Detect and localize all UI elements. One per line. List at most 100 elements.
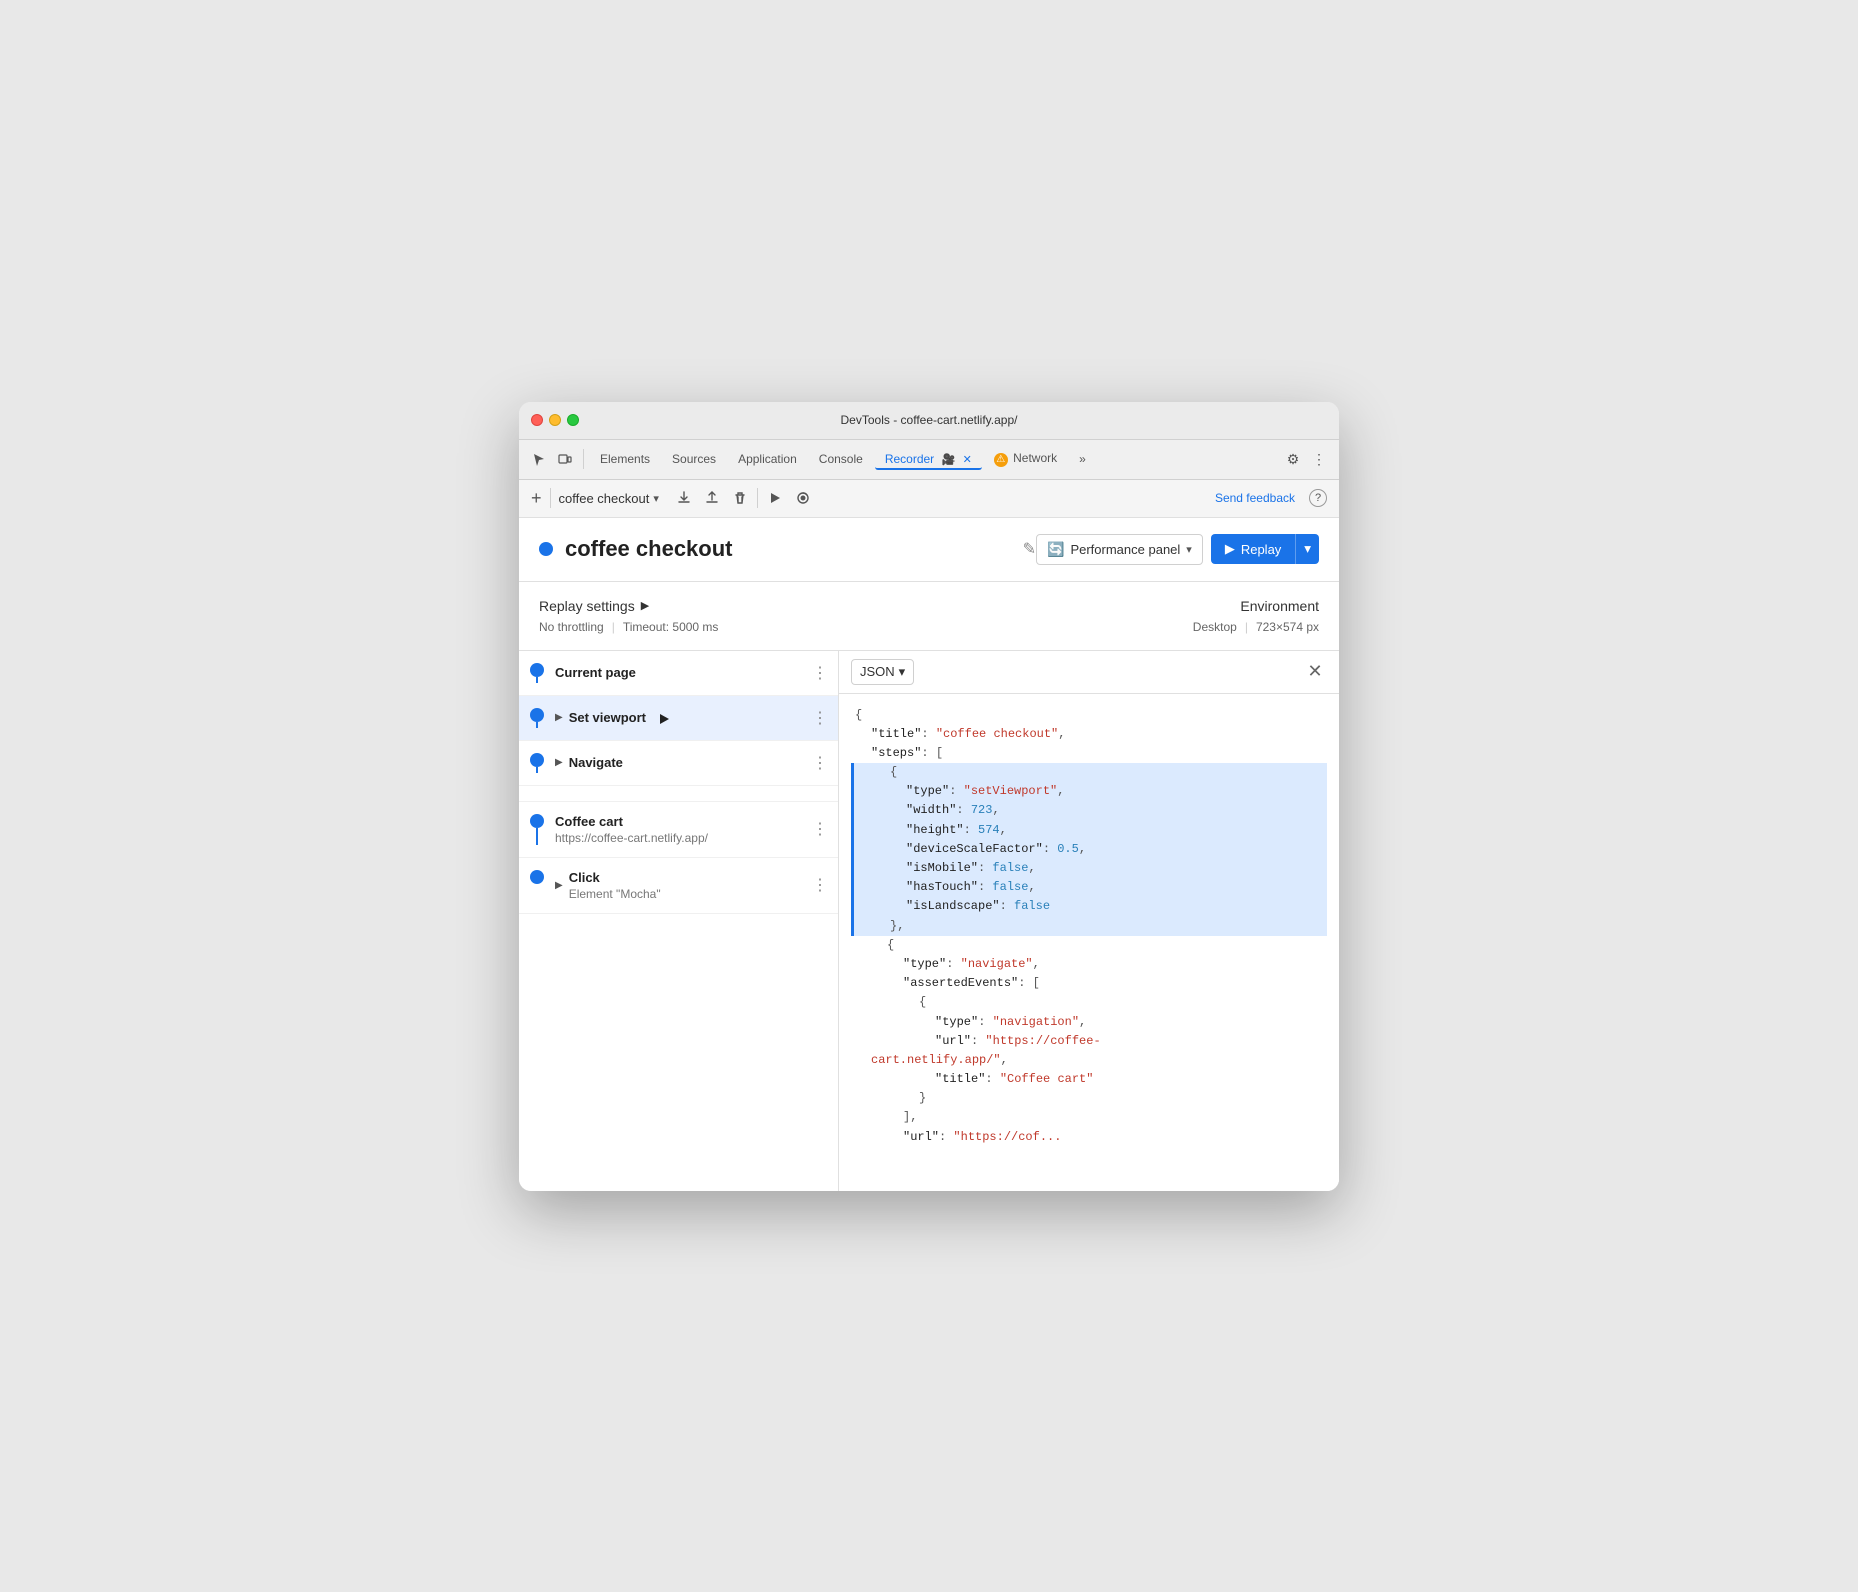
record-button[interactable] <box>790 485 816 511</box>
step-row-click[interactable]: ▶ Click Element "Mocha" ⋮ <box>519 858 838 914</box>
tab-sources[interactable]: Sources <box>662 448 726 470</box>
json-line-20: } <box>855 1089 1323 1108</box>
close-window-button[interactable] <box>531 414 543 426</box>
devtools-window: DevTools - coffee-cart.netlify.app/ Elem… <box>519 402 1339 1191</box>
traffic-lights <box>531 414 579 426</box>
step-menu-4[interactable]: ⋮ <box>810 819 830 839</box>
json-line-16: { <box>855 993 1323 1012</box>
network-warning-badge: ⚠ <box>994 453 1008 467</box>
more-options-icon[interactable]: ⋮ <box>1307 447 1331 471</box>
step-desc-4: https://coffee-cart.netlify.app/ <box>555 831 810 845</box>
step-name-3: Navigate <box>569 755 810 770</box>
settings-section: Replay settings ▶ No throttling | Timeou… <box>519 582 1339 651</box>
step-menu-5[interactable]: ⋮ <box>810 875 830 895</box>
settings-expand-icon: ▶ <box>641 599 649 612</box>
recorder-action-icons <box>671 485 816 511</box>
play-recording-button[interactable] <box>762 485 788 511</box>
recording-title: coffee checkout <box>565 536 1015 562</box>
maximize-window-button[interactable] <box>567 414 579 426</box>
json-panel-close-button[interactable]: ✕ <box>1303 660 1327 684</box>
replay-dropdown-arrow-icon: ▾ <box>1304 541 1311 557</box>
step-name-1: Current page <box>555 665 810 680</box>
step-desc-5: Element "Mocha" <box>569 887 810 901</box>
environment-size: 723×574 px <box>1256 620 1319 634</box>
delete-recording-button[interactable] <box>727 485 753 511</box>
tab-elements[interactable]: Elements <box>590 448 660 470</box>
toolbar-separator-3 <box>757 488 758 508</box>
json-content: { "title": "coffee checkout", "steps": [… <box>839 694 1339 1191</box>
step-timeline-4 <box>519 802 555 857</box>
recording-name-dropdown[interactable]: coffee checkout ▾ <box>559 491 659 506</box>
throttling-value: No throttling <box>539 620 604 634</box>
edit-title-icon[interactable]: ✎ <box>1023 539 1036 559</box>
step-dot-4 <box>530 814 544 828</box>
json-line-5: "type": "setViewport", <box>858 782 1323 801</box>
step-row-navigate[interactable]: ▶ Navigate ⋮ <box>519 741 838 786</box>
device-toolbar-icon[interactable] <box>553 447 577 471</box>
step-expand-icon-2[interactable]: ▶ <box>555 712 563 723</box>
cursor-pointer-icon <box>660 714 669 724</box>
step-expand-icon-5[interactable]: ▶ <box>555 880 563 891</box>
json-line-11: "isLandscape": false <box>858 897 1323 916</box>
help-icon[interactable]: ? <box>1309 489 1327 507</box>
json-line-18: "url": "https://coffee- <box>855 1032 1323 1051</box>
performance-panel-button[interactable]: 🔄 Performance panel ▾ <box>1036 534 1203 565</box>
new-recording-button[interactable]: + <box>531 489 542 507</box>
replay-label: Replay <box>1241 542 1281 557</box>
settings-divider: | <box>612 620 615 634</box>
settings-right: Environment Desktop | 723×574 px <box>1193 598 1319 634</box>
step-menu-2[interactable]: ⋮ <box>810 708 830 728</box>
json-line-2: "title": "coffee checkout", <box>855 725 1323 744</box>
toolbar-separator <box>583 449 584 469</box>
replay-button-group: ▶ Replay ▾ <box>1211 534 1319 564</box>
settings-gear-icon[interactable]: ⚙ <box>1281 447 1305 471</box>
header-actions: 🔄 Performance panel ▾ ▶ Replay ▾ <box>1036 534 1319 565</box>
step-menu-3[interactable]: ⋮ <box>810 753 830 773</box>
step-timeline-3 <box>519 741 555 785</box>
step-menu-1[interactable]: ⋮ <box>810 663 830 683</box>
recording-status-dot <box>539 542 553 556</box>
replay-button[interactable]: ▶ Replay <box>1211 534 1295 564</box>
step-body-4: Coffee cart https://coffee-cart.netlify.… <box>555 802 838 857</box>
step-body-2: ▶ Set viewport ⋮ <box>555 696 838 740</box>
step-name-5: Click <box>569 870 810 885</box>
json-line-1: { <box>855 706 1323 725</box>
send-feedback-link[interactable]: Send feedback <box>1215 491 1295 505</box>
step-row-set-viewport[interactable]: ▶ Set viewport ⋮ <box>519 696 838 741</box>
json-line-10: "hasTouch": false, <box>858 878 1323 897</box>
step-text-3: Navigate <box>569 755 810 770</box>
main-content: Current page ⋮ ▶ Set viewport <box>519 651 1339 1191</box>
step-row-current-page[interactable]: Current page ⋮ <box>519 651 838 696</box>
cursor-icon[interactable] <box>527 447 551 471</box>
export-recording-button[interactable] <box>671 485 697 511</box>
step-row-coffee-cart[interactable]: Coffee cart https://coffee-cart.netlify.… <box>519 802 838 858</box>
tab-console[interactable]: Console <box>809 448 873 470</box>
json-line-3: "steps": [ <box>855 744 1323 763</box>
recorder-tab-close[interactable]: ✕ <box>963 454 972 466</box>
step-expand-icon-3[interactable]: ▶ <box>555 757 563 768</box>
environment-label: Environment <box>1193 598 1319 614</box>
json-line-7: "height": 574, <box>858 821 1323 840</box>
performance-icon: 🔄 <box>1047 541 1064 558</box>
json-line-17: "type": "navigation", <box>855 1013 1323 1032</box>
toolbar-separator-2 <box>550 488 551 508</box>
tab-application[interactable]: Application <box>728 448 807 470</box>
timeout-value: Timeout: 5000 ms <box>623 620 719 634</box>
step-line-1 <box>536 677 538 683</box>
json-line-4: { <box>858 763 1323 782</box>
tab-recorder[interactable]: Recorder 🎥 ✕ <box>875 448 982 470</box>
json-line-15: "assertedEvents": [ <box>855 974 1323 993</box>
selected-recording-name: coffee checkout <box>559 491 650 506</box>
tab-more[interactable]: » <box>1069 448 1096 470</box>
minimize-window-button[interactable] <box>549 414 561 426</box>
tab-network[interactable]: ⚠ Network <box>984 447 1067 471</box>
step-timeline-2 <box>519 696 555 740</box>
step-text-5: Click Element "Mocha" <box>569 870 810 901</box>
replay-dropdown-button[interactable]: ▾ <box>1295 534 1319 564</box>
step-text-4: Coffee cart https://coffee-cart.netlify.… <box>555 814 810 845</box>
replay-settings-title[interactable]: Replay settings ▶ <box>539 598 718 614</box>
step-dot-5 <box>530 870 544 884</box>
import-recording-button[interactable] <box>699 485 725 511</box>
json-format-select[interactable]: JSON ▾ <box>851 659 914 685</box>
step-timeline-1 <box>519 651 555 695</box>
